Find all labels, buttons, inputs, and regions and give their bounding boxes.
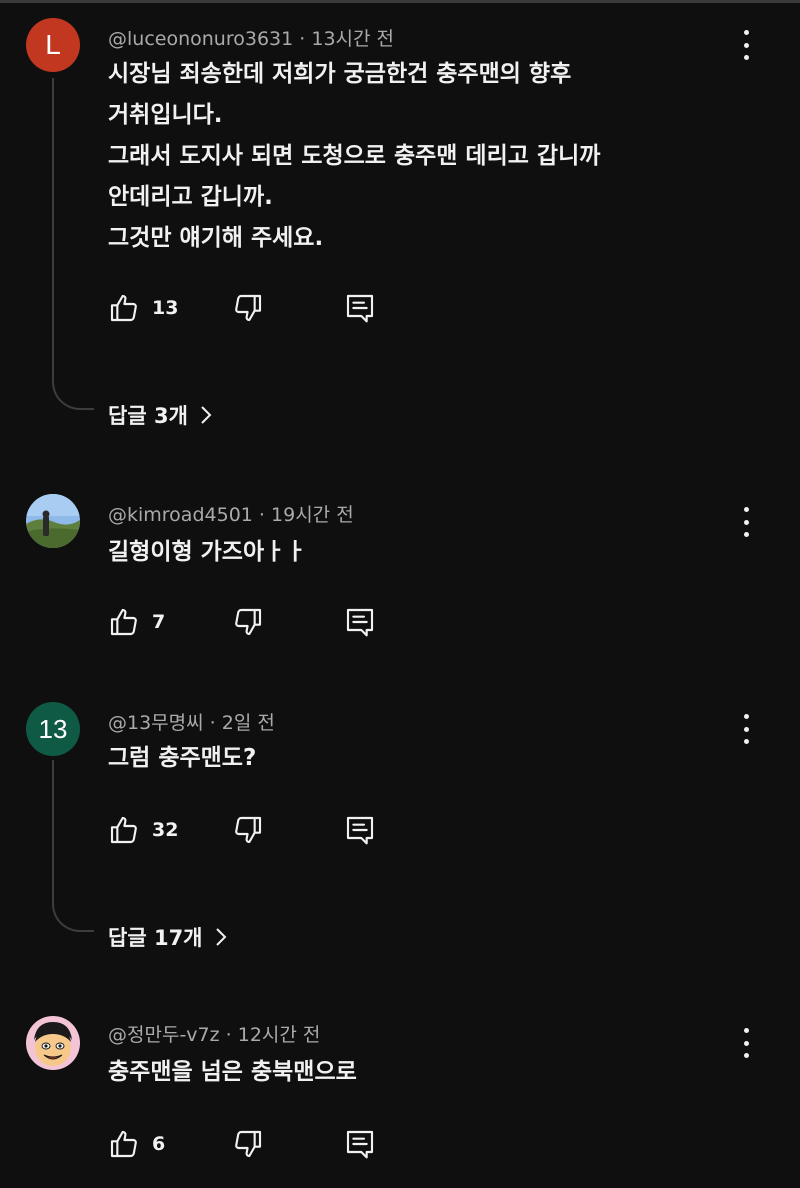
thread-line: [52, 760, 94, 932]
chevron-right-icon: [201, 406, 212, 424]
thumbs-down-icon: [235, 816, 262, 844]
like-count: 32: [152, 819, 179, 841]
comment-line: 시장님 죄송한데 저희가 궁금한건 충주맨의 향후: [108, 61, 572, 87]
comment-text: 시장님 죄송한데 저희가 궁금한건 충주맨의 향후 거취입니다. 그래서 도지사…: [108, 54, 708, 259]
replies-label: 답글 3개: [108, 404, 188, 428]
comment-text: 그럼 충주맨도?: [108, 738, 708, 779]
reply-button[interactable]: [344, 814, 376, 846]
meta-separator: ·: [258, 504, 272, 526]
reply-icon: [346, 294, 374, 323]
avatar[interactable]: L: [26, 18, 80, 72]
comment-time[interactable]: 19시간 전: [271, 504, 354, 526]
comment-time[interactable]: 2일 전: [222, 712, 275, 734]
dislike-button[interactable]: [232, 292, 264, 324]
comment-line: 길형이형 가즈아ㅏㅏ: [108, 539, 307, 565]
like-count: 6: [152, 1133, 166, 1155]
avatar[interactable]: 13: [26, 702, 80, 756]
cartoon-face: [26, 1016, 80, 1070]
like-button[interactable]: 6: [108, 1128, 165, 1160]
comment-line: 그것만 얘기해 주세요.: [108, 225, 324, 251]
chevron-right-icon: [215, 928, 226, 946]
more-vert-icon[interactable]: [734, 1028, 758, 1058]
comment-line: 거취입니다.: [108, 102, 223, 128]
thumbs-down-icon: [235, 294, 262, 322]
author-handle[interactable]: @luceononuro3631: [108, 28, 293, 50]
avatar[interactable]: [26, 1016, 80, 1070]
comment-line: 그럼 충주맨도?: [108, 745, 257, 771]
comment-time[interactable]: 12시간 전: [238, 1024, 321, 1046]
reply-icon: [346, 608, 374, 637]
thread-line: [52, 78, 94, 410]
avatar-letter: 13: [38, 713, 68, 744]
dislike-button[interactable]: [232, 814, 264, 846]
thumbs-down-icon: [235, 608, 262, 636]
thumbs-up-icon: [110, 1130, 137, 1158]
comment-meta: @kimroad4501 · 19시간 전: [108, 500, 354, 527]
comment-meta: @luceononuro3631 · 13시간 전: [108, 24, 394, 51]
like-button[interactable]: 32: [108, 814, 178, 846]
like-count: 13: [152, 297, 179, 319]
dislike-button[interactable]: [232, 606, 264, 638]
top-divider: [0, 0, 800, 3]
reply-button[interactable]: [344, 292, 376, 324]
comment-line: 충주맨을 넘은 충북맨으로: [108, 1059, 357, 1085]
dislike-button[interactable]: [232, 1128, 264, 1160]
thumbs-up-icon: [110, 294, 137, 322]
comment-line: 안데리고 갑니까.: [108, 184, 273, 210]
comment-meta: @정만두-v7z · 12시간 전: [108, 1020, 320, 1047]
author-handle[interactable]: @kimroad4501: [108, 504, 253, 526]
author-handle[interactable]: @정만두-v7z: [108, 1024, 220, 1046]
comment-line: 그래서 도지사 되면 도청으로 충주맨 데리고 갑니까: [108, 143, 601, 169]
landscape-photo: [26, 494, 80, 548]
comment-text: 길형이형 가즈아ㅏㅏ: [108, 532, 708, 573]
more-vert-icon[interactable]: [734, 714, 758, 744]
avatar-letter: L: [45, 29, 61, 60]
comment-meta: @13무명씨 · 2일 전: [108, 708, 275, 735]
comment-text: 충주맨을 넘은 충북맨으로: [108, 1052, 708, 1093]
meta-separator: ·: [209, 712, 222, 734]
like-count: 7: [152, 611, 166, 633]
avatar[interactable]: [26, 494, 80, 548]
reply-button[interactable]: [344, 1128, 376, 1160]
replies-label: 답글 17개: [108, 926, 203, 950]
meta-separator: ·: [299, 28, 312, 50]
like-button[interactable]: 13: [108, 292, 178, 324]
reply-button[interactable]: [344, 606, 376, 638]
more-vert-icon[interactable]: [734, 30, 758, 60]
thumbs-down-icon: [235, 1130, 262, 1158]
thumbs-up-icon: [110, 816, 137, 844]
thumbs-up-icon: [110, 608, 137, 636]
reply-icon: [346, 816, 374, 845]
meta-separator: ·: [225, 1024, 238, 1046]
view-replies-button[interactable]: 답글 3개: [108, 400, 214, 430]
author-handle[interactable]: @13무명씨: [108, 712, 204, 734]
like-button[interactable]: 7: [108, 606, 165, 638]
comment-time[interactable]: 13시간 전: [311, 28, 394, 50]
reply-icon: [346, 1130, 374, 1159]
more-vert-icon[interactable]: [734, 507, 758, 537]
view-replies-button[interactable]: 답글 17개: [108, 922, 229, 952]
